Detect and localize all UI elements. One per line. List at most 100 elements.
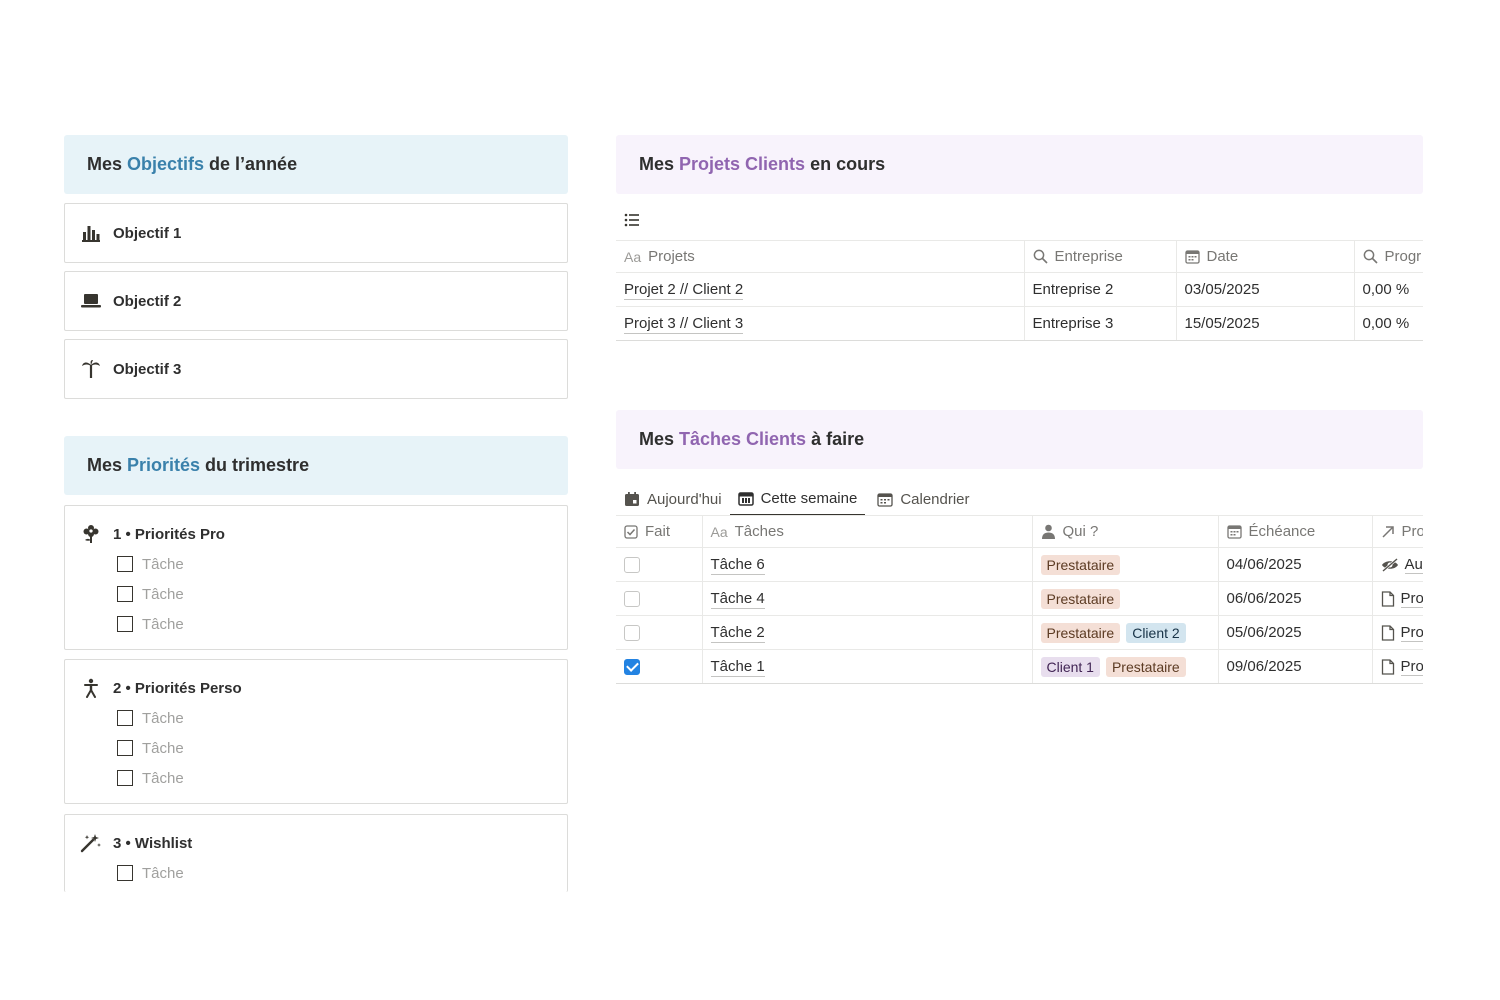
todo-text[interactable]: Tâche bbox=[142, 740, 184, 757]
column-header-date[interactable]: Date bbox=[1176, 240, 1355, 273]
cell-tache[interactable]: Tâche 4 bbox=[702, 581, 1033, 616]
cell-date[interactable]: 15/05/2025 bbox=[1176, 306, 1355, 341]
column-header-projet[interactable]: Pro bbox=[1372, 515, 1423, 548]
todo-item[interactable]: Tâche bbox=[80, 703, 552, 733]
done-checkbox[interactable] bbox=[624, 557, 640, 574]
column-header-entreprise[interactable]: Entreprise bbox=[1024, 240, 1177, 273]
todo-checkbox[interactable] bbox=[117, 556, 133, 572]
todo-item[interactable]: Tâche bbox=[80, 549, 552, 579]
objectif-card-2[interactable]: Objectif 2 bbox=[64, 271, 568, 331]
table-row[interactable]: Tâche 2 Prestataire Client 2 05/06/2025 Pro bbox=[616, 615, 1423, 650]
table-row[interactable]: Projet 3 // Client 3 Entreprise 3 15/05/… bbox=[616, 306, 1423, 341]
objectifs-title-post: de l’année bbox=[204, 154, 298, 174]
cell-projet[interactable]: Pro bbox=[1372, 581, 1423, 616]
done-checkbox[interactable] bbox=[624, 659, 640, 676]
cell-fait bbox=[616, 581, 703, 616]
cell-projet[interactable]: Au bbox=[1372, 547, 1423, 582]
todo-item[interactable]: Tâche bbox=[80, 579, 552, 609]
todo-item[interactable]: Tâche bbox=[80, 763, 552, 793]
column-label: Progr bbox=[1384, 248, 1422, 265]
cell-projet[interactable]: Projet 2 // Client 2 bbox=[616, 272, 1025, 307]
taches-view-tabs: Aujourd'hui Cette semaine Calendrier bbox=[616, 480, 978, 516]
taches-table-viewport[interactable]: Fait Aa Tâches Qui ? Échéance Pro Tâche 6… bbox=[616, 515, 1423, 687]
cell-echeance[interactable]: 05/06/2025 bbox=[1218, 615, 1373, 650]
todo-checkbox[interactable] bbox=[117, 740, 133, 756]
priorite-group-header[interactable]: 3 • Wishlist bbox=[80, 831, 552, 855]
priorite-group-header[interactable]: 2 • Priorités Perso bbox=[80, 676, 552, 700]
todo-item[interactable]: Tâche bbox=[80, 858, 552, 888]
cell-tache[interactable]: Tâche 2 bbox=[702, 615, 1033, 650]
todo-text[interactable]: Tâche bbox=[142, 770, 184, 787]
todo-text[interactable]: Tâche bbox=[142, 586, 184, 603]
person-tag[interactable]: Client 2 bbox=[1126, 622, 1186, 643]
cell-qui[interactable]: Prestataire Client 2 bbox=[1032, 615, 1219, 650]
tab-calendrier[interactable]: Calendrier bbox=[869, 482, 977, 516]
tab-cette-semaine[interactable]: Cette semaine bbox=[729, 482, 866, 516]
person-tag[interactable]: Prestataire bbox=[1040, 588, 1121, 609]
projet-title-link[interactable]: Projet 3 // Client 3 bbox=[624, 315, 744, 334]
cell-projet[interactable]: Pro bbox=[1372, 615, 1423, 650]
projets-table-viewport[interactable]: Aa Projets Entreprise Date Progr Projet 2… bbox=[616, 240, 1423, 344]
tache-title-link[interactable]: Tâche 6 bbox=[710, 556, 765, 575]
tache-title-link[interactable]: Tâche 1 bbox=[710, 658, 765, 677]
todo-item[interactable]: Tâche bbox=[80, 733, 552, 763]
column-header-projets[interactable]: Aa Projets bbox=[616, 240, 1025, 273]
cell-qui[interactable]: Prestataire bbox=[1032, 581, 1219, 616]
todo-text[interactable]: Tâche bbox=[142, 616, 184, 633]
done-checkbox[interactable] bbox=[624, 625, 640, 642]
todo-text[interactable]: Tâche bbox=[142, 865, 184, 882]
projet-relation-link[interactable]: Pro bbox=[1400, 658, 1423, 676]
cell-projet[interactable]: Projet 3 // Client 3 bbox=[616, 306, 1025, 341]
cell-progression[interactable]: 0,00 % bbox=[1354, 306, 1423, 341]
table-row[interactable]: Tâche 6 Prestataire 04/06/2025 Au bbox=[616, 547, 1423, 582]
table-row[interactable]: Tâche 1 Client 1 Prestataire 09/06/2025 Pro bbox=[616, 649, 1423, 684]
todo-checkbox[interactable] bbox=[117, 710, 133, 726]
priorite-group-header[interactable]: 1 • Priorités Pro bbox=[80, 522, 552, 546]
person-tag[interactable]: Prestataire bbox=[1040, 554, 1121, 575]
cell-qui[interactable]: Prestataire bbox=[1032, 547, 1219, 582]
table-row[interactable]: Projet 2 // Client 2 Entreprise 2 03/05/… bbox=[616, 272, 1423, 307]
person-tag[interactable]: Client 1 bbox=[1040, 656, 1100, 677]
done-checkbox[interactable] bbox=[624, 591, 640, 608]
todo-checkbox[interactable] bbox=[117, 770, 133, 786]
projet-relation-link[interactable]: Pro bbox=[1400, 590, 1423, 608]
cell-tache[interactable]: Tâche 1 bbox=[702, 649, 1033, 684]
projet-relation-link[interactable]: Pro bbox=[1400, 624, 1423, 642]
cell-echeance[interactable]: 06/06/2025 bbox=[1218, 581, 1373, 616]
cell-entreprise[interactable]: Entreprise 2 bbox=[1024, 272, 1177, 307]
tab-aujourdhui[interactable]: Aujourd'hui bbox=[616, 482, 730, 516]
list-icon[interactable] bbox=[624, 212, 640, 228]
column-header-echeance[interactable]: Échéance bbox=[1218, 515, 1373, 548]
projet-relation-link[interactable]: Au bbox=[1404, 556, 1423, 574]
cell-entreprise[interactable]: Entreprise 3 bbox=[1024, 306, 1177, 341]
person-tag[interactable]: Prestataire bbox=[1105, 656, 1186, 677]
todo-checkbox[interactable] bbox=[117, 865, 133, 881]
person-tag[interactable]: Prestataire bbox=[1040, 622, 1121, 643]
projet-title-link[interactable]: Projet 2 // Client 2 bbox=[624, 281, 744, 300]
cell-tache[interactable]: Tâche 6 bbox=[702, 547, 1033, 582]
todo-checkbox[interactable] bbox=[117, 616, 133, 632]
tache-title-link[interactable]: Tâche 2 bbox=[710, 624, 765, 643]
cell-projet[interactable]: Pro bbox=[1372, 649, 1423, 684]
objectif-card-3[interactable]: Objectif 3 bbox=[64, 339, 568, 399]
todo-text[interactable]: Tâche bbox=[142, 710, 184, 727]
cell-progression[interactable]: 0,00 % bbox=[1354, 272, 1423, 307]
tache-title-link[interactable]: Tâche 4 bbox=[710, 590, 765, 609]
cell-date[interactable]: 03/05/2025 bbox=[1176, 272, 1355, 307]
todo-checkbox[interactable] bbox=[117, 586, 133, 602]
column-header-taches[interactable]: Aa Tâches bbox=[702, 515, 1033, 548]
cell-echeance[interactable]: 04/06/2025 bbox=[1218, 547, 1373, 582]
priorites-title-highlight: Priorités bbox=[127, 455, 201, 475]
column-label: Date bbox=[1206, 248, 1239, 265]
column-header-qui[interactable]: Qui ? bbox=[1032, 515, 1219, 548]
todo-text[interactable]: Tâche bbox=[142, 556, 184, 573]
column-header-progression[interactable]: Progr bbox=[1354, 240, 1423, 273]
objectif-card-1[interactable]: Objectif 1 bbox=[64, 203, 568, 263]
table-row[interactable]: Tâche 4 Prestataire 06/06/2025 Pro bbox=[616, 581, 1423, 616]
column-header-fait[interactable]: Fait bbox=[616, 515, 703, 548]
priorite-group-label: 3 • Wishlist bbox=[113, 834, 193, 852]
todo-item[interactable]: Tâche bbox=[80, 609, 552, 639]
cell-qui[interactable]: Client 1 Prestataire bbox=[1032, 649, 1219, 684]
cell-echeance[interactable]: 09/06/2025 bbox=[1218, 649, 1373, 684]
taches-title-highlight: Tâches Clients bbox=[679, 429, 807, 449]
